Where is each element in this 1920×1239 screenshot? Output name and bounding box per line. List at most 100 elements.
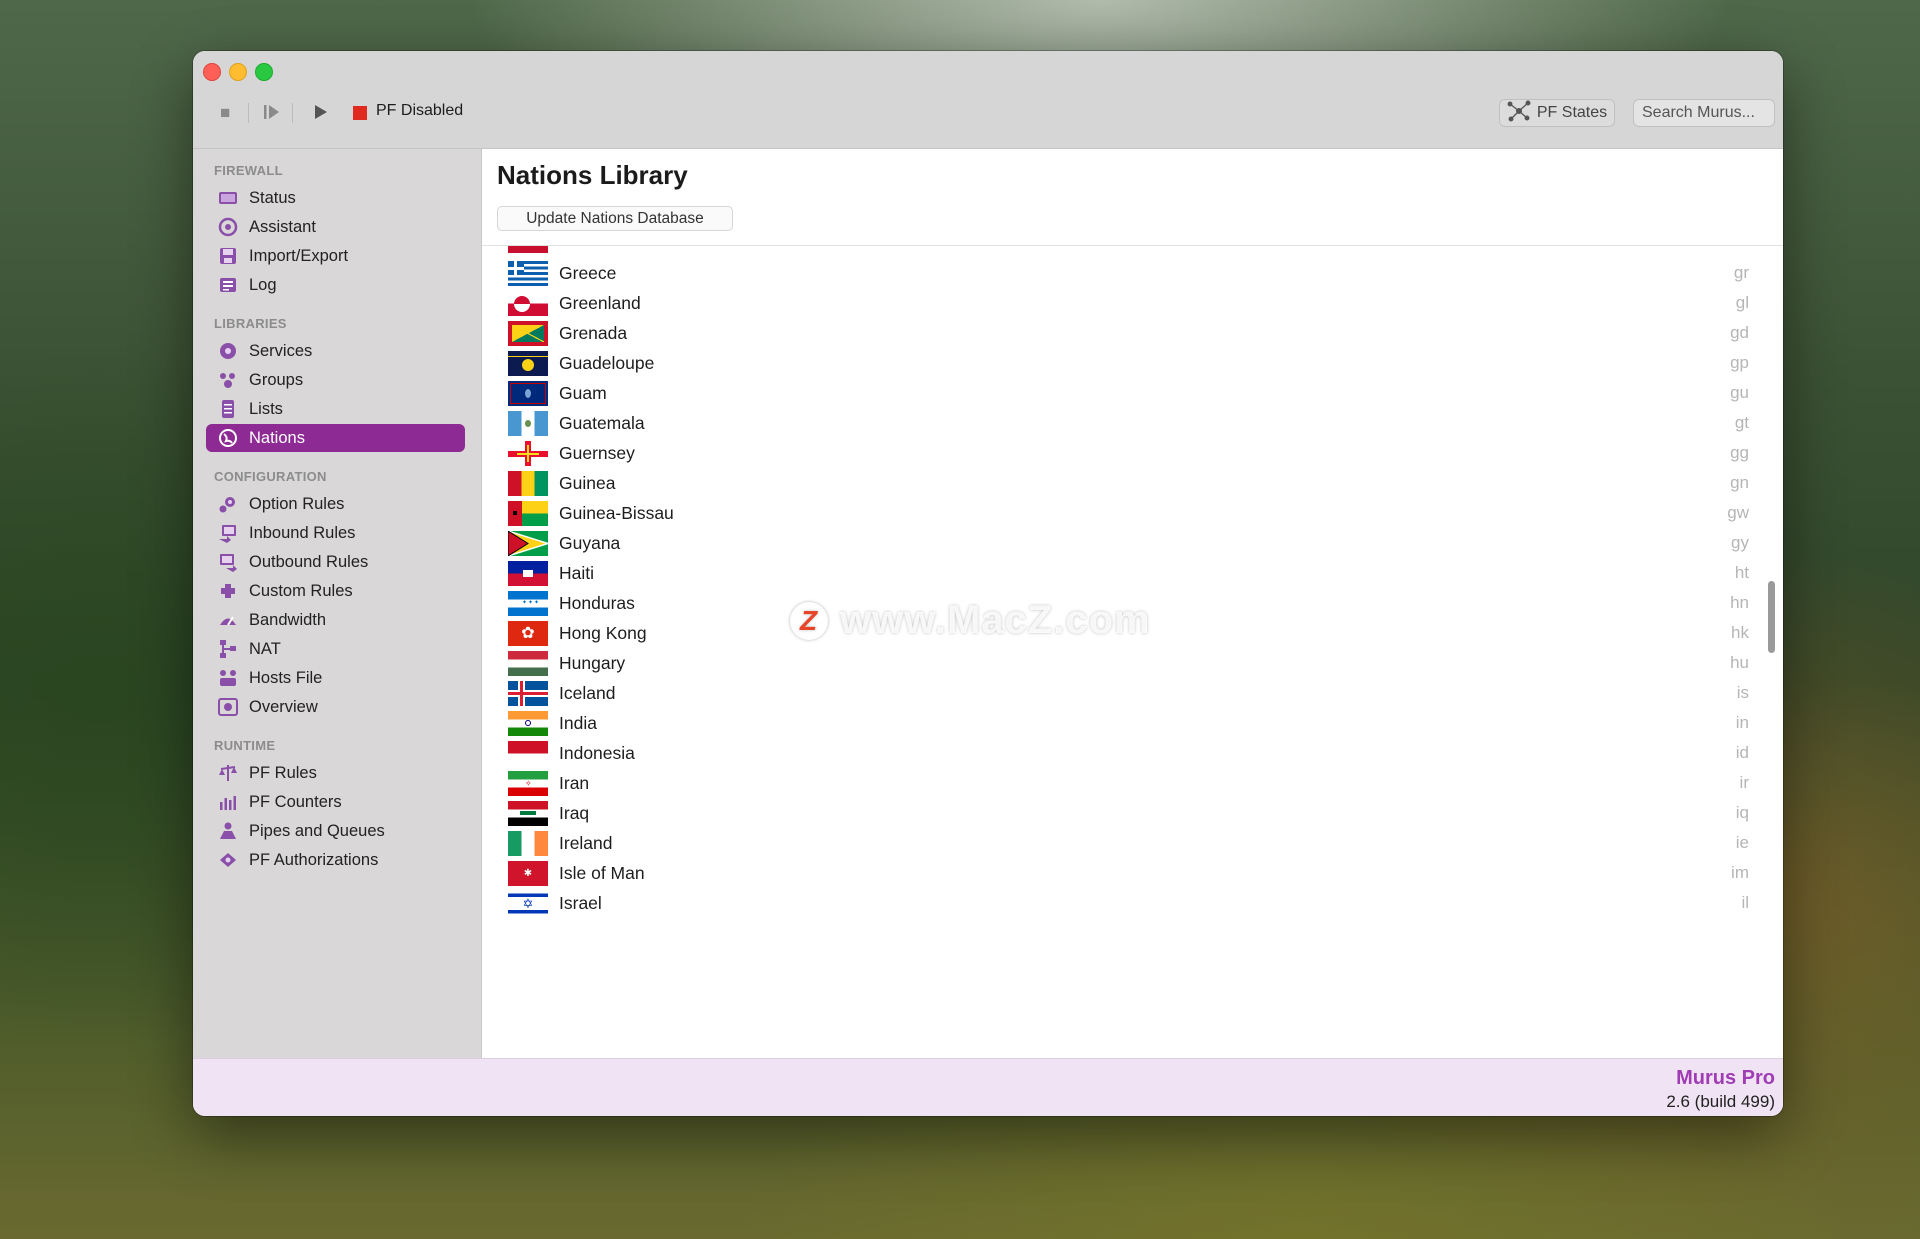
nations-list[interactable]: Greece gr Greenland gl Grenada gd Guadeloupe gp… — [482, 246, 1783, 1059]
nation-code: iq — [1735, 803, 1749, 822]
sidebar-item-option-rules[interactable]: Option Rules — [206, 490, 465, 518]
status-icon — [218, 188, 238, 208]
option-rules-icon — [218, 494, 238, 514]
inbound-rules-icon — [218, 523, 238, 543]
watermark-logo-icon: Z — [790, 601, 828, 640]
sidebar-item-bandwidth[interactable]: Bandwidth — [206, 606, 465, 634]
flag-ht-icon — [508, 561, 548, 586]
sidebar-item-label: Pipes and Queues — [249, 821, 385, 840]
sidebar-item-nat[interactable]: NAT — [206, 635, 465, 663]
nation-code: gw — [1727, 503, 1749, 522]
sidebar-item-custom-rules[interactable]: Custom Rules — [206, 577, 465, 605]
import-export-icon — [218, 246, 238, 266]
flag-iq-icon — [508, 801, 548, 826]
sidebar-item-overview[interactable]: Overview — [206, 693, 465, 721]
update-nations-database-button[interactable]: Update Nations Database — [497, 206, 733, 231]
flag-gy-icon — [508, 531, 548, 556]
network-nodes-icon — [1507, 100, 1531, 127]
sidebar-item-status[interactable]: Status — [206, 184, 465, 212]
sidebar-item-label: Option Rules — [249, 494, 345, 513]
pf-status-label: PF Disabled — [376, 102, 464, 119]
hosts-file-icon — [218, 668, 238, 688]
flag-gu-icon — [508, 381, 548, 406]
nation-name: Guam — [559, 383, 607, 403]
nation-code: gl — [1735, 293, 1749, 312]
sidebar-item-label: Import/Export — [249, 246, 349, 265]
sidebar-item-lists[interactable]: Lists — [206, 395, 465, 423]
nation-code: gt — [1734, 413, 1749, 432]
nation-code: gg — [1730, 443, 1749, 462]
sidebar-item-pf-authorizations[interactable]: PF Authorizations — [206, 846, 465, 874]
stop-icon[interactable]: ■ — [220, 103, 230, 123]
footer: Murus Pro 2.6 (build 499) — [193, 1058, 1783, 1116]
flag-gd-icon — [508, 321, 548, 346]
nations-icon — [218, 428, 238, 448]
sidebar-item-label: PF Authorizations — [249, 850, 379, 869]
sidebar-item-label: PF Counters — [249, 792, 342, 811]
pipes-queues-icon — [218, 821, 238, 841]
nation-code: gn — [1730, 473, 1749, 492]
flag-ie-icon — [508, 831, 548, 856]
sidebar-item-label: Lists — [249, 399, 283, 418]
nation-code: ie — [1735, 833, 1749, 852]
nation-row-il[interactable]: ✡ Israel il — [482, 885, 1783, 922]
sidebar-item-nations[interactable]: Nations — [206, 424, 465, 452]
nation-name: Indonesia — [559, 743, 635, 763]
nation-code: gy — [1731, 533, 1749, 552]
nation-name: Iceland — [559, 683, 616, 703]
sidebar-item-pipes-queues[interactable]: Pipes and Queues — [206, 817, 465, 845]
sidebar-item-services[interactable]: Services — [206, 337, 465, 365]
play-icon[interactable] — [313, 103, 329, 126]
custom-rules-icon — [218, 581, 238, 601]
zoom-window-button[interactable] — [255, 63, 273, 81]
outbound-rules-icon — [218, 552, 238, 572]
flag-in-icon — [508, 711, 548, 736]
toolbar: ■ PF Disabled PF States Search Murus... — [193, 51, 1783, 149]
nation-name: Israel — [559, 893, 602, 913]
sidebar-item-label: Log — [249, 275, 277, 294]
pf-states-label: PF States — [1536, 104, 1608, 121]
nation-code: in — [1735, 713, 1749, 732]
sidebar-item-outbound-rules[interactable]: Outbound Rules — [206, 548, 465, 576]
overview-icon — [218, 697, 238, 717]
nation-name: Guinea-Bissau — [559, 503, 674, 523]
sidebar-item-import-export[interactable]: Import/Export — [206, 242, 465, 270]
toolbar-divider — [248, 103, 249, 123]
sidebar-item-assistant[interactable]: Assistant — [206, 213, 465, 241]
nation-name: Guyana — [559, 533, 621, 553]
flag-il-icon: ✡ — [508, 891, 548, 916]
flag-gl-icon — [508, 291, 548, 316]
sidebar-item-log[interactable]: Log — [206, 271, 465, 299]
flag-gr-icon — [508, 261, 548, 286]
nation-code: il — [1741, 893, 1749, 912]
sidebar-item-label: PF Rules — [249, 763, 317, 782]
nation-code: im — [1731, 863, 1749, 882]
sidebar-item-label: Outbound Rules — [249, 552, 369, 571]
log-icon — [218, 275, 238, 295]
version-label: 2.6 (build 499) — [1666, 1092, 1775, 1111]
step-play-icon[interactable] — [263, 103, 281, 126]
nation-name: Ireland — [559, 833, 613, 853]
minimize-window-button[interactable] — [229, 63, 247, 81]
flag-gw-icon — [508, 501, 548, 526]
flag-gn-icon — [508, 471, 548, 496]
sidebar-item-groups[interactable]: Groups — [206, 366, 465, 394]
search-input[interactable]: Search Murus... — [1633, 99, 1775, 127]
pf-counters-icon — [218, 792, 238, 812]
sidebar-item-pf-rules[interactable]: PF Rules — [206, 759, 465, 787]
nat-icon — [218, 639, 238, 659]
sidebar-item-label: Inbound Rules — [249, 523, 356, 542]
sidebar-item-inbound-rules[interactable]: Inbound Rules — [206, 519, 465, 547]
assistant-icon — [218, 217, 238, 237]
scrollbar-thumb[interactable] — [1768, 581, 1775, 653]
sidebar-item-label: Services — [249, 341, 313, 360]
pf-states-button[interactable]: PF States — [1499, 99, 1615, 127]
nation-name: Isle of Man — [559, 863, 645, 883]
sidebar-section-header: RUNTIME — [214, 738, 276, 753]
pf-status-indicator — [353, 106, 367, 120]
sidebar-item-pf-counters[interactable]: PF Counters — [206, 788, 465, 816]
bandwidth-icon — [218, 610, 238, 630]
nation-code: gu — [1730, 383, 1749, 402]
close-window-button[interactable] — [203, 63, 221, 81]
sidebar-item-hosts-file[interactable]: Hosts File — [206, 664, 465, 692]
